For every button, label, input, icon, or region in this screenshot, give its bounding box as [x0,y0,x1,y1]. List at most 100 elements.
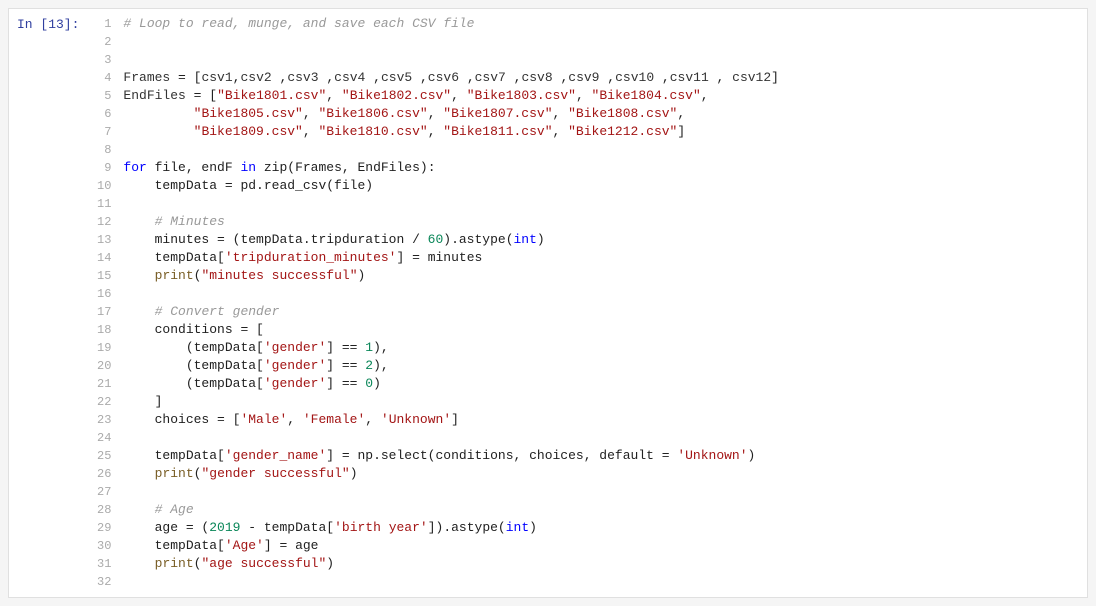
token: ) [748,448,756,463]
token: 'Unknown' [381,412,451,427]
line-content: for file, endF in zip(Frames, EndFiles): [123,159,435,177]
line-number: 32 [95,573,123,591]
token: 'gender' [264,340,326,355]
code-line: 1# Loop to read, munge, and save each CS… [95,15,1087,33]
token: EndFiles [123,88,185,103]
line-number: 3 [95,51,123,69]
line-number: 17 [95,303,123,321]
token: 'gender_name' [225,448,326,463]
token: csv11 [670,70,709,85]
token: ( [194,556,202,571]
token [123,124,193,139]
code-line: 32 [95,573,1087,591]
line-number: 11 [95,195,123,213]
token: , [326,88,342,103]
token: ), [373,340,389,355]
token: conditions = [ [123,322,263,337]
token: ) [358,268,366,283]
line-content: tempData['Age'] = age [123,537,318,555]
token: ] = np.select(conditions, choices, defau… [326,448,677,463]
token: csv5 [381,70,412,85]
token: = [ [186,88,217,103]
token [123,214,154,229]
token: print [155,556,194,571]
line-number: 23 [95,411,123,429]
code-line: 22 ] [95,393,1087,411]
code-line: 14 tempData['tripduration_minutes'] = mi… [95,249,1087,267]
token: , [428,106,444,121]
line-number: 5 [95,87,123,105]
line-content: (tempData['gender'] == 0) [123,375,381,393]
code-line: 26 print("gender successful") [95,465,1087,483]
code-line: 31 print("age successful") [95,555,1087,573]
token: tempData = pd.read_csv(file) [123,178,373,193]
line-content: # Loop to read, munge, and save each CSV… [123,15,474,33]
token [123,556,154,571]
token [123,106,193,121]
token: ) [529,520,537,535]
token: "minutes successful" [201,268,357,283]
token: , [576,88,592,103]
token: , [365,70,381,85]
notebook-cell: In [13]: 1# Loop to read, munge, and sav… [8,8,1088,598]
token: zip(Frames, EndFiles): [256,160,435,175]
line-number: 24 [95,429,123,447]
code-line: 13 minutes = (tempData.tripduration / 60… [95,231,1087,249]
line-content: # Age [123,501,193,519]
token: "Bike1806.csv" [318,106,427,121]
line-number: 13 [95,231,123,249]
code-line: 18 conditions = [ [95,321,1087,339]
code-line: 23 choices = ['Male', 'Female', 'Unknown… [95,411,1087,429]
token: choices = [ [123,412,240,427]
token: , [287,412,303,427]
line-content: # Minutes [123,213,224,231]
token: "Bike1807.csv" [443,106,552,121]
token: tempData[ [123,250,224,265]
token: , [654,70,670,85]
token: # Loop to read, munge, and save each CSV… [123,16,474,31]
token: ).astype( [443,232,513,247]
token: ), [373,358,389,373]
code-line: 4Frames = [csv1,csv2 ,csv3 ,csv4 ,csv5 ,… [95,69,1087,87]
token: , [677,106,685,121]
line-number: 31 [95,555,123,573]
code-line: 6 "Bike1805.csv", "Bike1806.csv", "Bike1… [95,105,1087,123]
token: csv8 [521,70,552,85]
token: (tempData[ [123,340,263,355]
code-line: 29 age = (2019 - tempData['birth year'])… [95,519,1087,537]
code-line: 3 [95,51,1087,69]
token [123,268,154,283]
line-number: 20 [95,357,123,375]
line-content: tempData['tripduration_minutes'] = minut… [123,249,482,267]
token: "Bike1810.csv" [318,124,427,139]
token: , [412,70,428,85]
code-line: 8 [95,141,1087,159]
token: ) [326,556,334,571]
token: csv3 [287,70,318,85]
code-line: 17 # Convert gender [95,303,1087,321]
line-number: 21 [95,375,123,393]
token: , [319,70,335,85]
token: csv12 [732,70,771,85]
token: 'birth year' [334,520,428,535]
token: , [600,70,616,85]
line-number: 19 [95,339,123,357]
code-area[interactable]: 1# Loop to read, munge, and save each CS… [87,9,1087,597]
line-number: 4 [95,69,123,87]
line-number: 1 [95,15,123,33]
line-content: age = (2019 - tempData['birth year']).as… [123,519,537,537]
token: # Convert gender [155,304,280,319]
code-line: 27 [95,483,1087,501]
token: 'Male' [240,412,287,427]
line-number: 8 [95,141,123,159]
code-line: 5EndFiles = ["Bike1801.csv", "Bike1802.c… [95,87,1087,105]
cell-label: In [13]: [9,9,87,597]
line-content: conditions = [ [123,321,263,339]
line-content: print("gender successful") [123,465,357,483]
token: "Bike1809.csv" [194,124,303,139]
token [123,304,154,319]
token: ]).astype( [428,520,506,535]
line-content: print("minutes successful") [123,267,365,285]
line-number: 12 [95,213,123,231]
token: ] [677,124,685,139]
